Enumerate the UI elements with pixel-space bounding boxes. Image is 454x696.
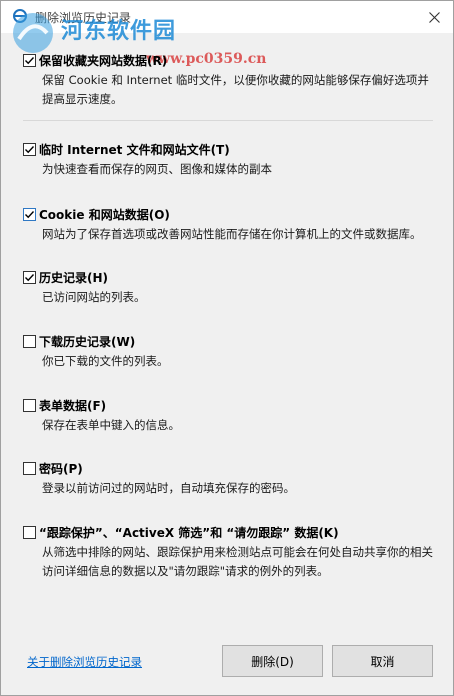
option-label: 临时 Internet 文件和网站文件(T) bbox=[39, 142, 230, 157]
checkbox-passwords[interactable] bbox=[23, 461, 36, 475]
option-tracking-protection: “跟踪保护”、“ActiveX 筛选”和 “请勿跟踪” 数据(K) 从筛选中排除… bbox=[23, 524, 437, 581]
option-description: 为快速查看而保存的网页、图像和媒体的副本 bbox=[42, 162, 272, 176]
option-description: 保留 Cookie 和 Internet 临时文件，以便你收藏的网站能够保存偏好… bbox=[42, 73, 429, 106]
option-temporary-files: 临时 Internet 文件和网站文件(T) 为快速查看而保存的网页、图像和媒体… bbox=[23, 141, 437, 179]
option-cookies: Cookie 和网站数据(O) 网站为了保存首选项或改善网站性能而存储在你计算机… bbox=[23, 206, 437, 244]
option-label: 密码(P) bbox=[39, 461, 83, 476]
option-description: 从筛选中排除的网站、跟踪保护用来检测站点可能会在何处自动共享你的相关访问详细信息… bbox=[42, 545, 433, 578]
checkmark-icon bbox=[25, 145, 35, 153]
cancel-button[interactable]: 取消 bbox=[332, 645, 433, 677]
checkbox-form-data[interactable] bbox=[23, 398, 36, 412]
checkbox-temporary-files[interactable] bbox=[23, 142, 36, 156]
checkmark-icon bbox=[25, 273, 35, 281]
option-label: “跟踪保护”、“ActiveX 筛选”和 “请勿跟踪” 数据(K) bbox=[39, 525, 339, 540]
option-passwords: 密码(P) 登录以前访问过的网站时，自动填充保存的密码。 bbox=[23, 460, 437, 498]
option-history: 历史记录(H) 已访问网站的列表。 bbox=[23, 269, 437, 307]
option-label: 保留收藏夹网站数据(R) bbox=[39, 53, 168, 68]
checkmark-icon bbox=[25, 56, 35, 64]
title-bar: 删除浏览历史记录 bbox=[1, 1, 453, 33]
option-form-data: 表单数据(F) 保存在表单中键入的信息。 bbox=[23, 397, 437, 435]
option-description: 网站为了保存首选项或改善网站性能而存储在你计算机上的文件或数据库。 bbox=[42, 227, 422, 241]
option-description: 登录以前访问过的网站时，自动填充保存的密码。 bbox=[42, 481, 295, 495]
option-description: 保存在表单中键入的信息。 bbox=[42, 418, 180, 432]
option-label: 表单数据(F) bbox=[39, 398, 107, 413]
close-button[interactable] bbox=[421, 5, 447, 29]
option-label: 历史记录(H) bbox=[39, 270, 109, 285]
option-description: 已访问网站的列表。 bbox=[42, 290, 146, 304]
internet-explorer-icon bbox=[13, 9, 27, 23]
checkmark-icon bbox=[25, 210, 35, 218]
checkbox-tracking-protection[interactable] bbox=[23, 525, 36, 539]
delete-browsing-history-dialog: 删除浏览历史记录 河东软件园 www.pc0359.cn 保留收藏夹网站数据(R… bbox=[0, 0, 454, 696]
window-title: 删除浏览历史记录 bbox=[35, 11, 132, 25]
option-download-history: 下载历史记录(W) 你已下载的文件的列表。 bbox=[23, 333, 437, 371]
option-label: Cookie 和网站数据(O) bbox=[39, 207, 170, 222]
option-description: 你已下载的文件的列表。 bbox=[42, 354, 169, 368]
checkbox-preserve-favorites[interactable] bbox=[23, 53, 36, 67]
option-label: 下载历史记录(W) bbox=[39, 334, 136, 349]
option-preserve-favorites: 保留收藏夹网站数据(R) 保留 Cookie 和 Internet 临时文件，以… bbox=[23, 52, 437, 109]
close-icon bbox=[428, 11, 440, 23]
checkbox-cookies[interactable] bbox=[23, 207, 36, 221]
checkbox-history[interactable] bbox=[23, 270, 36, 284]
divider bbox=[23, 120, 433, 121]
checkbox-download-history[interactable] bbox=[23, 334, 36, 348]
delete-button[interactable]: 删除(D) bbox=[222, 645, 323, 677]
about-delete-history-link[interactable]: 关于删除浏览历史记录 bbox=[27, 654, 142, 670]
